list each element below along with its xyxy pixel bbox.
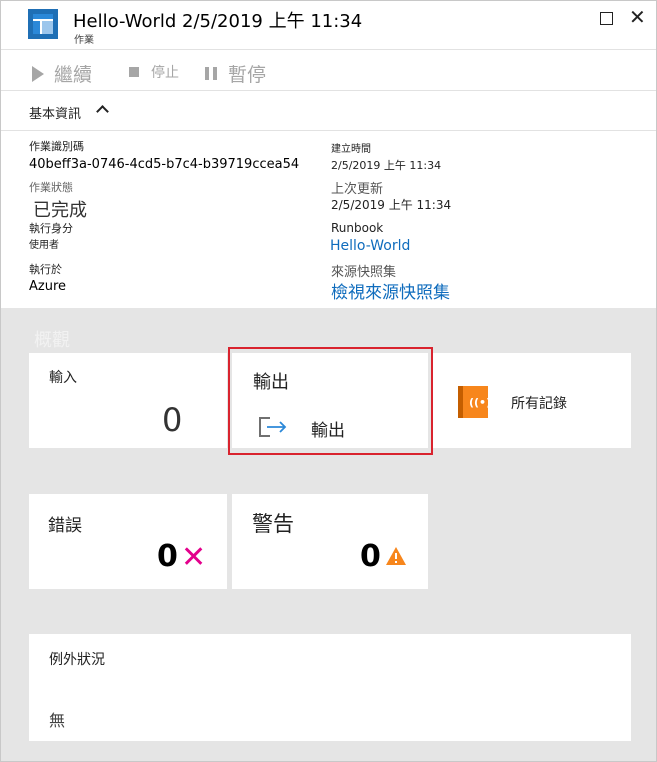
- ran-as-key: 執行身分: [29, 222, 73, 235]
- stop-button[interactable]: 停止: [129, 62, 179, 82]
- command-bar: 繼續 停止 暫停: [1, 49, 656, 91]
- updated-value: 2/5/2019 上午 11:34: [331, 198, 452, 212]
- exceptions-value: 無: [49, 711, 66, 730]
- error-x-icon: ✕: [181, 540, 207, 575]
- input-label: 輸入: [49, 370, 77, 386]
- warning-icon: [386, 547, 406, 565]
- essentials-toggle[interactable]: 基本資訊: [1, 91, 656, 131]
- all-logs-label: 所有記錄: [511, 396, 567, 412]
- ran-on-value: Azure: [29, 279, 67, 294]
- ran-on-key: 執行於: [29, 263, 62, 276]
- output-highlight-box: [228, 347, 433, 455]
- resume-label: 繼續: [54, 64, 93, 86]
- warnings-label: 警告: [252, 512, 294, 536]
- runbook-link[interactable]: Hello-World: [330, 238, 410, 254]
- created-key: 建立時間: [331, 144, 371, 155]
- overview-title: 概觀: [34, 330, 70, 351]
- blade-subtitle: 作業: [74, 35, 94, 46]
- job-blade: Hello-World 2/5/2019 上午 11:34 作業 ✕ 繼續 停止…: [0, 0, 657, 762]
- exceptions-label: 例外狀況: [49, 652, 105, 668]
- essentials-panel: 作業識別碼 40beff3a-0746-4cd5-b7c4-b39719ccea…: [1, 132, 656, 308]
- updated-key: 上次更新: [331, 182, 384, 197]
- warnings-count: 0: [360, 539, 381, 574]
- suspend-label: 暫停: [228, 64, 267, 86]
- blade-header: Hello-World 2/5/2019 上午 11:34 作業 ✕: [1, 1, 656, 49]
- errors-tile[interactable]: 錯誤 0 ✕: [29, 494, 227, 589]
- input-count: 0: [162, 401, 183, 439]
- exceptions-tile: 例外狀況 無: [29, 634, 631, 741]
- input-tile[interactable]: 輸入 0: [29, 353, 227, 448]
- ran-as-value: 使用者: [29, 240, 59, 251]
- warnings-tile[interactable]: 警告 0: [232, 494, 428, 589]
- status-key: 作業狀態: [29, 181, 73, 194]
- blade-title: Hello-World 2/5/2019 上午 11:34: [73, 11, 363, 32]
- stop-icon: [129, 67, 139, 77]
- play-icon: [32, 65, 44, 82]
- runbook-job-icon: [28, 9, 58, 39]
- errors-label: 錯誤: [48, 516, 82, 536]
- errors-count: 0: [157, 539, 178, 574]
- pause-icon: [205, 67, 217, 80]
- status-value: 已完成: [33, 200, 87, 221]
- essentials-label: 基本資訊: [29, 107, 82, 122]
- stop-label: 停止: [151, 65, 179, 81]
- created-value: 2/5/2019 上午 11:34: [331, 159, 442, 172]
- close-icon[interactable]: ✕: [629, 7, 646, 27]
- job-id-key: 作業識別碼: [29, 140, 84, 153]
- resume-button[interactable]: 繼續: [32, 60, 92, 87]
- snapshot-link[interactable]: 檢視來源快照集: [331, 278, 450, 303]
- logs-book-icon: ((•)): [458, 386, 496, 418]
- maximize-icon[interactable]: [600, 12, 613, 25]
- runbook-key: Runbook: [331, 221, 384, 235]
- job-id-value: 40beff3a-0746-4cd5-b7c4-b39719ccea54: [29, 157, 300, 172]
- chevron-up-icon: [96, 105, 109, 118]
- suspend-button[interactable]: 暫停: [205, 60, 266, 87]
